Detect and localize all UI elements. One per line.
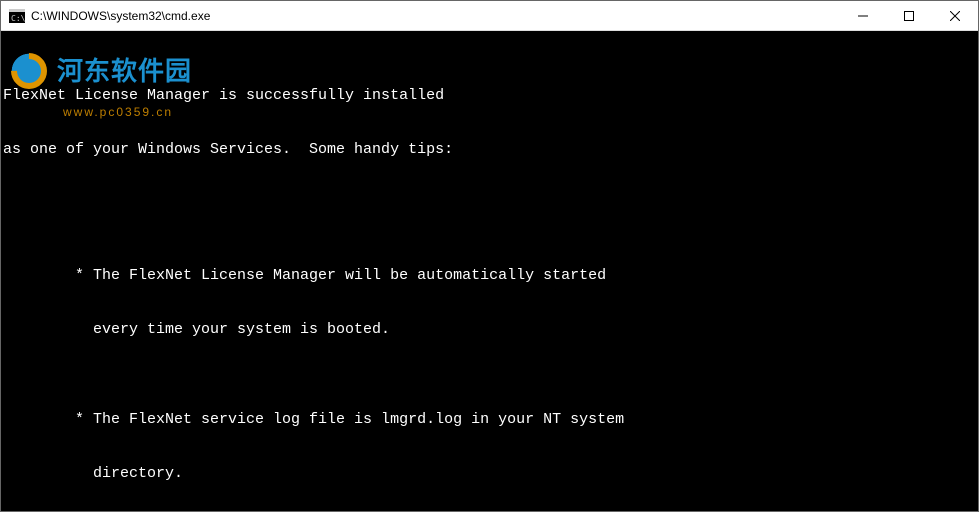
console-line: * The FlexNet License Manager will be au… (3, 267, 978, 285)
console-line: FlexNet License Manager is successfully … (3, 87, 978, 105)
watermark-subtext: www.pc0359.cn (63, 103, 173, 121)
console-line: directory. (3, 465, 978, 483)
titlebar: C:\ C:\WINDOWS\system32\cmd.exe (1, 1, 978, 31)
console-line: every time your system is booted. (3, 321, 978, 339)
close-button[interactable] (932, 1, 978, 31)
console-area[interactable]: 河东软件园 www.pc0359.cn FlexNet License Mana… (1, 31, 978, 511)
console-line: as one of your Windows Services. Some ha… (3, 141, 978, 159)
svg-text:C:\: C:\ (11, 14, 25, 23)
window-title: C:\WINDOWS\system32\cmd.exe (31, 9, 840, 23)
watermark-text: 河东软件园 (57, 62, 192, 80)
console-line: * The FlexNet service log file is lmgrd.… (3, 411, 978, 429)
minimize-button[interactable] (840, 1, 886, 31)
window-buttons (840, 1, 978, 30)
cmd-icon: C:\ (9, 9, 25, 23)
maximize-button[interactable] (886, 1, 932, 31)
